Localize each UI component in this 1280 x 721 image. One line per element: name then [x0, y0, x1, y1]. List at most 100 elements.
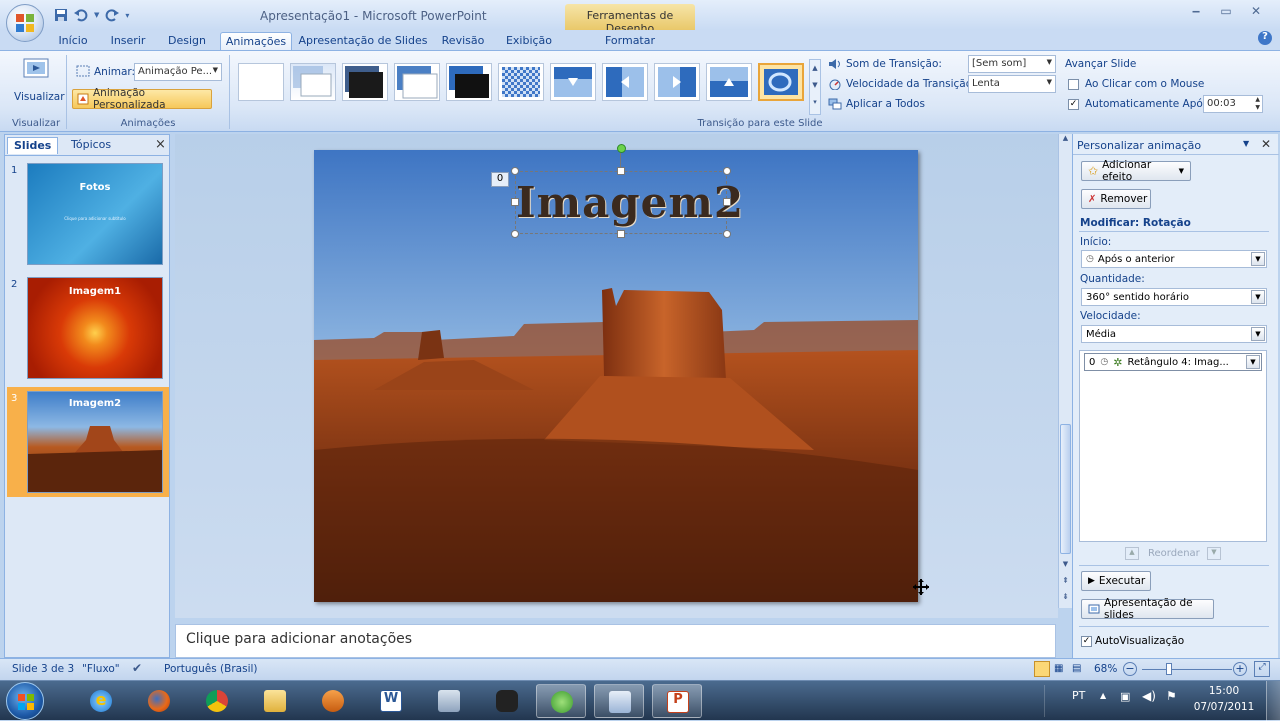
transition-wipe-left-thumb[interactable]: [602, 63, 648, 101]
notes-pane[interactable]: Clique para adicionar anotações: [175, 624, 1056, 658]
transition-wipe-up-thumb[interactable]: [706, 63, 752, 101]
slide-thumb-3[interactable]: Imagem2: [27, 391, 163, 493]
taskbar-ie[interactable]: e: [76, 684, 126, 718]
undo-dropdown-icon[interactable]: ▼: [94, 11, 99, 19]
customize-qat-icon[interactable]: ▾: [125, 11, 129, 20]
language[interactable]: Português (Brasil): [164, 663, 258, 675]
chevron-down-icon[interactable]: ▼: [1251, 290, 1265, 304]
undo-icon[interactable]: [73, 8, 89, 22]
show-desktop-button[interactable]: [1266, 681, 1280, 721]
taskbar-camera[interactable]: [482, 684, 532, 718]
move-up-icon[interactable]: ▲: [1125, 547, 1139, 560]
animation-list-item[interactable]: 0 ◷ ✲ Retângulo 4: Imag... ▼: [1084, 353, 1262, 371]
transition-wipe-down-thumb[interactable]: [550, 63, 596, 101]
auto-after-checkbox[interactable]: ✓: [1068, 99, 1079, 110]
resize-handle[interactable]: [511, 198, 519, 206]
maximize-button[interactable]: ▭: [1214, 4, 1238, 22]
chevron-down-icon[interactable]: ▼: [1251, 327, 1265, 341]
clock-date[interactable]: 07/07/2011: [1190, 701, 1258, 713]
tab-exibicao[interactable]: Exibição: [500, 32, 558, 50]
animate-select[interactable]: Animação Pe... ▼: [134, 63, 222, 81]
sound-select[interactable]: [Sem som] ▼: [968, 55, 1056, 73]
auto-time-input[interactable]: 00:03 ▲ ▼: [1203, 95, 1263, 113]
tab-formatar[interactable]: Formatar: [590, 32, 670, 50]
taskbar-explorer[interactable]: [250, 684, 300, 718]
custom-animation-button[interactable]: Animação Personalizada: [72, 87, 212, 111]
taskbar-media-player[interactable]: [308, 684, 358, 718]
transition-dissolve-thumb[interactable]: [498, 63, 544, 101]
zoom-out-icon[interactable]: −: [1123, 662, 1137, 676]
minimize-button[interactable]: ‒: [1184, 4, 1208, 22]
preview-icon[interactable]: [20, 57, 52, 85]
speed-select[interactable]: Lenta ▼: [968, 75, 1056, 93]
gallery-scroll[interactable]: ▲ ▼ ▾: [809, 59, 821, 115]
move-down-icon[interactable]: ▼: [1207, 547, 1221, 560]
tab-revisao[interactable]: Revisão: [436, 32, 490, 50]
tab-animacoes[interactable]: Animações: [220, 32, 292, 50]
animation-list[interactable]: 0 ◷ ✲ Retângulo 4: Imag... ▼: [1079, 350, 1267, 542]
slideshow-button[interactable]: Apresentação de slides: [1081, 597, 1214, 621]
taskbar-chrome[interactable]: [192, 684, 242, 718]
transition-none-thumb[interactable]: [238, 63, 284, 101]
add-effect-button[interactable]: ✩ Adicionar efeito ▼: [1081, 159, 1191, 183]
resize-handle[interactable]: [617, 230, 625, 238]
volume-icon[interactable]: ◀): [1142, 689, 1156, 703]
taskbar-screen-recorder[interactable]: [594, 684, 644, 718]
next-slide-icon[interactable]: ⇟: [1059, 592, 1072, 606]
chevron-down-icon[interactable]: ▼: [1251, 252, 1265, 266]
transition-fade-black-thumb[interactable]: [342, 63, 388, 101]
tab-apresentacao[interactable]: Apresentação de Slides: [298, 32, 428, 50]
zoom-level[interactable]: 68%: [1094, 663, 1117, 675]
slide-thumb-2[interactable]: Imagem1: [27, 277, 163, 379]
tab-outline[interactable]: Tópicos: [65, 137, 117, 154]
transition-selected-thumb[interactable]: [758, 63, 804, 101]
tab-inicio[interactable]: Início: [50, 32, 96, 50]
scroll-thumb[interactable]: [1060, 424, 1071, 554]
scroll-down-icon[interactable]: ▼: [1059, 560, 1072, 572]
close-pane-icon[interactable]: ✕: [1261, 137, 1271, 151]
spinner-icon[interactable]: ▲ ▼: [1255, 96, 1260, 112]
taskbar-word[interactable]: W: [366, 684, 416, 718]
transition-cut-thumb[interactable]: [394, 63, 440, 101]
rotate-handle[interactable]: [617, 144, 626, 153]
taskbar-powerpoint[interactable]: P: [652, 684, 702, 718]
save-icon[interactable]: [54, 8, 68, 22]
sorter-view-icon[interactable]: ▦: [1054, 663, 1063, 674]
network-icon[interactable]: ▣: [1120, 690, 1130, 703]
tab-inserir[interactable]: Inserir: [104, 32, 152, 50]
show-hidden-icons[interactable]: ▲: [1100, 691, 1106, 700]
taskbar-computer[interactable]: [424, 684, 474, 718]
slide-scrollbar[interactable]: ▲ ▼ ⇞ ⇟: [1058, 134, 1072, 608]
spellcheck-icon[interactable]: ✔: [132, 661, 142, 675]
pane-menu-icon[interactable]: ▼: [1243, 139, 1249, 148]
resize-handle[interactable]: [617, 167, 625, 175]
redo-icon[interactable]: [104, 8, 120, 22]
slide-title[interactable]: Imagem2: [516, 178, 743, 227]
tab-slides[interactable]: Slides: [7, 137, 59, 154]
start-button[interactable]: [6, 682, 44, 720]
previous-slide-icon[interactable]: ⇞: [1059, 576, 1072, 590]
chevron-down-icon[interactable]: ▼: [1246, 355, 1260, 369]
language-indicator[interactable]: PT: [1072, 689, 1085, 702]
close-button[interactable]: ✕: [1244, 4, 1268, 22]
scroll-up-icon[interactable]: ▲: [1059, 134, 1072, 146]
resize-handle[interactable]: [723, 230, 731, 238]
play-button[interactable]: ▶ Executar: [1081, 571, 1151, 591]
resize-handle[interactable]: [723, 198, 731, 206]
resize-handle[interactable]: [723, 167, 731, 175]
slide-thumb-1[interactable]: Fotos Clique para adicionar subtítulo: [27, 163, 163, 265]
zoom-slider-thumb[interactable]: [1166, 663, 1172, 675]
amount-select[interactable]: 360° sentido horário ▼: [1081, 288, 1267, 306]
resize-handle[interactable]: [511, 230, 519, 238]
preview-label[interactable]: Visualizar: [14, 91, 65, 103]
normal-view-icon[interactable]: [1034, 661, 1050, 677]
remove-button[interactable]: ✗ Remover: [1081, 189, 1151, 209]
help-icon[interactable]: ?: [1258, 31, 1272, 45]
slideshow-view-icon[interactable]: ▤: [1072, 663, 1081, 674]
autopreview-checkbox[interactable]: ✓: [1081, 636, 1092, 647]
taskbar-messenger[interactable]: [536, 684, 586, 718]
speed-select[interactable]: Média ▼: [1081, 325, 1267, 343]
start-select[interactable]: ◷ Após o anterior ▼: [1081, 250, 1267, 268]
taskbar-firefox[interactable]: [134, 684, 184, 718]
tab-design[interactable]: Design: [160, 32, 214, 50]
